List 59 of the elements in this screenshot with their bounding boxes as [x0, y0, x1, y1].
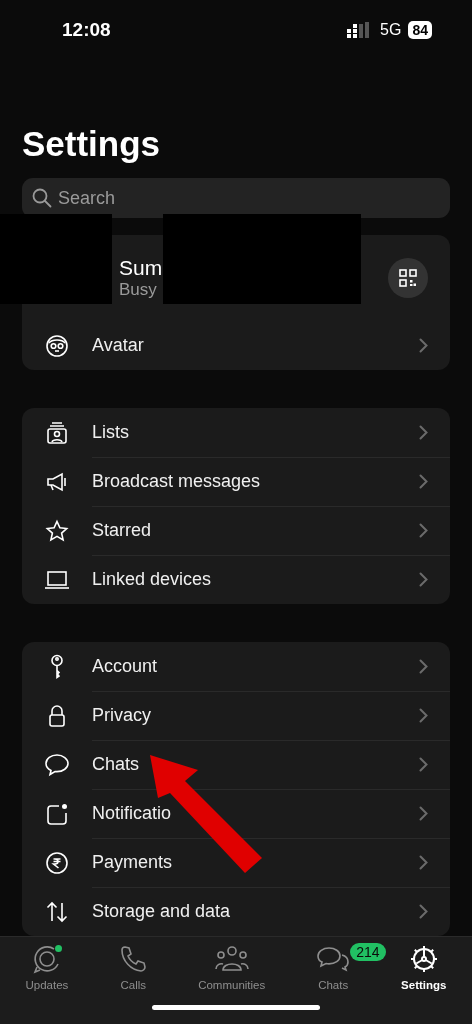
battery-indicator: 84	[408, 21, 432, 40]
chat-bubbles-icon	[316, 945, 351, 974]
tab-item[interactable]: Settings	[401, 943, 447, 992]
row-label: Storage and data	[92, 901, 231, 923]
settings-icon	[408, 944, 439, 975]
people-group-icon	[213, 945, 250, 974]
contact-list-icon	[45, 420, 69, 445]
row-label: Starred	[92, 519, 152, 541]
star-icon	[45, 518, 69, 543]
chevron-right-icon	[419, 854, 428, 870]
up-down-arrows-icon	[45, 899, 69, 924]
tab-item[interactable]: Chats	[316, 943, 351, 992]
tab-item[interactable]: Calls	[119, 943, 148, 992]
lock-icon	[47, 703, 67, 728]
row-label: Avatar	[92, 335, 144, 357]
chevron-right-icon	[419, 658, 428, 674]
tab-item[interactable]: Communities	[198, 943, 266, 992]
settings-row[interactable]: Starred	[22, 506, 450, 556]
chevron-right-icon	[419, 424, 428, 440]
row-label: Payments	[92, 851, 173, 873]
qr-code-button[interactable]	[388, 258, 428, 299]
settings-row[interactable]: Linked devices	[22, 555, 450, 605]
settings-row[interactable]: Avatar	[22, 321, 450, 371]
page-title: Settings	[22, 124, 162, 165]
network-label: 5G	[380, 21, 402, 40]
tab-item[interactable]: Updates	[25, 943, 69, 992]
speech-bubble-icon	[44, 752, 70, 777]
updates-icon	[31, 944, 62, 975]
notification-square-icon	[45, 801, 69, 826]
chevron-right-icon	[419, 572, 428, 588]
qr-code-icon	[399, 269, 417, 288]
chevron-right-icon	[419, 338, 428, 354]
row-label: Chats	[92, 753, 140, 775]
settings-row[interactable]: Lists	[22, 408, 450, 458]
chevron-right-icon	[419, 707, 428, 723]
row-label: Account	[92, 655, 158, 677]
chevron-right-icon	[419, 805, 428, 821]
chevron-right-icon	[419, 756, 428, 772]
unread-count-badge: 214	[350, 943, 386, 962]
profile-name: Sum	[119, 256, 163, 281]
row-label: Notificatio	[92, 802, 172, 824]
row-label: Privacy	[92, 704, 151, 726]
phone-icon	[119, 945, 148, 974]
search-field[interactable]: Search	[22, 178, 450, 219]
settings-row[interactable]: Broadcast messages	[22, 457, 450, 507]
laptop-icon	[44, 569, 70, 590]
status-time: 12:08	[62, 19, 111, 42]
row-label: Lists	[92, 421, 129, 443]
row-label: Linked devices	[92, 569, 212, 591]
profile-status: Busy	[119, 280, 158, 301]
chevron-right-icon	[419, 904, 428, 920]
chevron-right-icon	[419, 522, 428, 538]
avatar-face-icon	[45, 333, 69, 358]
settings-row[interactable]: Privacy	[22, 691, 450, 741]
rupee-coin-icon	[45, 850, 69, 875]
chevron-right-icon	[419, 473, 428, 489]
settings-row[interactable]: Storage and data	[22, 887, 450, 937]
row-label: Broadcast messages	[92, 470, 261, 492]
settings-row[interactable]: Account	[22, 642, 450, 692]
